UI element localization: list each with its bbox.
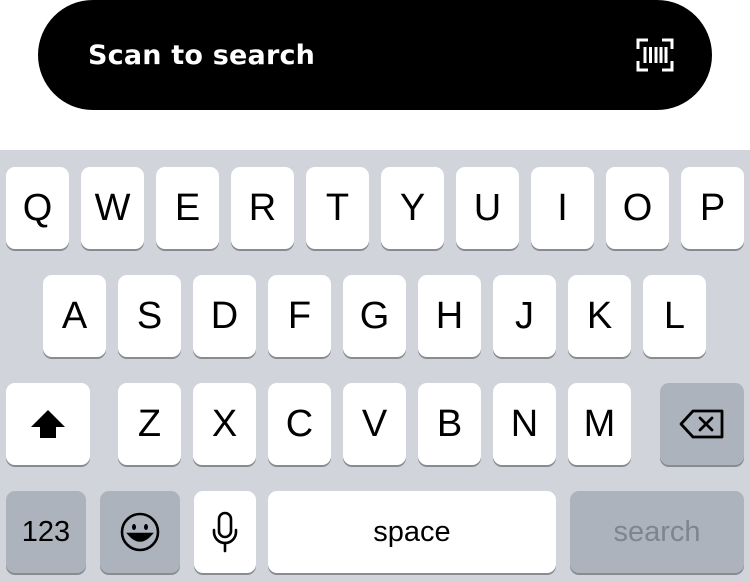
- key-z[interactable]: Z: [118, 383, 181, 465]
- key-i[interactable]: I: [531, 167, 594, 249]
- key-h[interactable]: H: [418, 275, 481, 357]
- search-key[interactable]: search: [570, 491, 744, 573]
- key-v[interactable]: V: [343, 383, 406, 465]
- delete-key[interactable]: [660, 383, 744, 465]
- key-g[interactable]: G: [343, 275, 406, 357]
- key-d[interactable]: D: [193, 275, 256, 357]
- key-j[interactable]: J: [493, 275, 556, 357]
- key-b[interactable]: B: [418, 383, 481, 465]
- key-u[interactable]: U: [456, 167, 519, 249]
- shift-arrow-icon: [31, 410, 65, 438]
- shift-key[interactable]: [6, 383, 90, 465]
- microphone-icon: [212, 511, 238, 553]
- emoji-icon: [120, 512, 160, 552]
- scan-to-search-button[interactable]: Scan to search: [38, 0, 712, 110]
- key-e[interactable]: E: [156, 167, 219, 249]
- key-o[interactable]: O: [606, 167, 669, 249]
- barcode-scan-icon: [636, 38, 674, 72]
- key-t[interactable]: T: [306, 167, 369, 249]
- key-r[interactable]: R: [231, 167, 294, 249]
- key-f[interactable]: F: [268, 275, 331, 357]
- keyboard-row-1: Q W E R T Y U I O P: [0, 167, 750, 251]
- numbers-key[interactable]: 123: [6, 491, 86, 573]
- key-s[interactable]: S: [118, 275, 181, 357]
- key-y[interactable]: Y: [381, 167, 444, 249]
- key-m[interactable]: M: [568, 383, 631, 465]
- key-w[interactable]: W: [81, 167, 144, 249]
- key-l[interactable]: L: [643, 275, 706, 357]
- keyboard-row-2: A S D F G H J K L: [0, 275, 750, 359]
- key-p[interactable]: P: [681, 167, 744, 249]
- backspace-icon: [679, 409, 724, 439]
- key-x[interactable]: X: [193, 383, 256, 465]
- key-a[interactable]: A: [43, 275, 106, 357]
- keyboard-row-4: 123 space search: [0, 491, 750, 575]
- space-key[interactable]: space: [268, 491, 556, 573]
- emoji-key[interactable]: [100, 491, 180, 573]
- key-k[interactable]: K: [568, 275, 631, 357]
- key-n[interactable]: N: [493, 383, 556, 465]
- key-c[interactable]: C: [268, 383, 331, 465]
- scan-to-search-label: Scan to search: [88, 39, 316, 71]
- dictation-key[interactable]: [194, 491, 256, 573]
- keyboard: Q W E R T Y U I O P A S D F G H J K L Z …: [0, 150, 750, 582]
- key-q[interactable]: Q: [6, 167, 69, 249]
- keyboard-row-3: Z X C V B N M: [0, 383, 750, 467]
